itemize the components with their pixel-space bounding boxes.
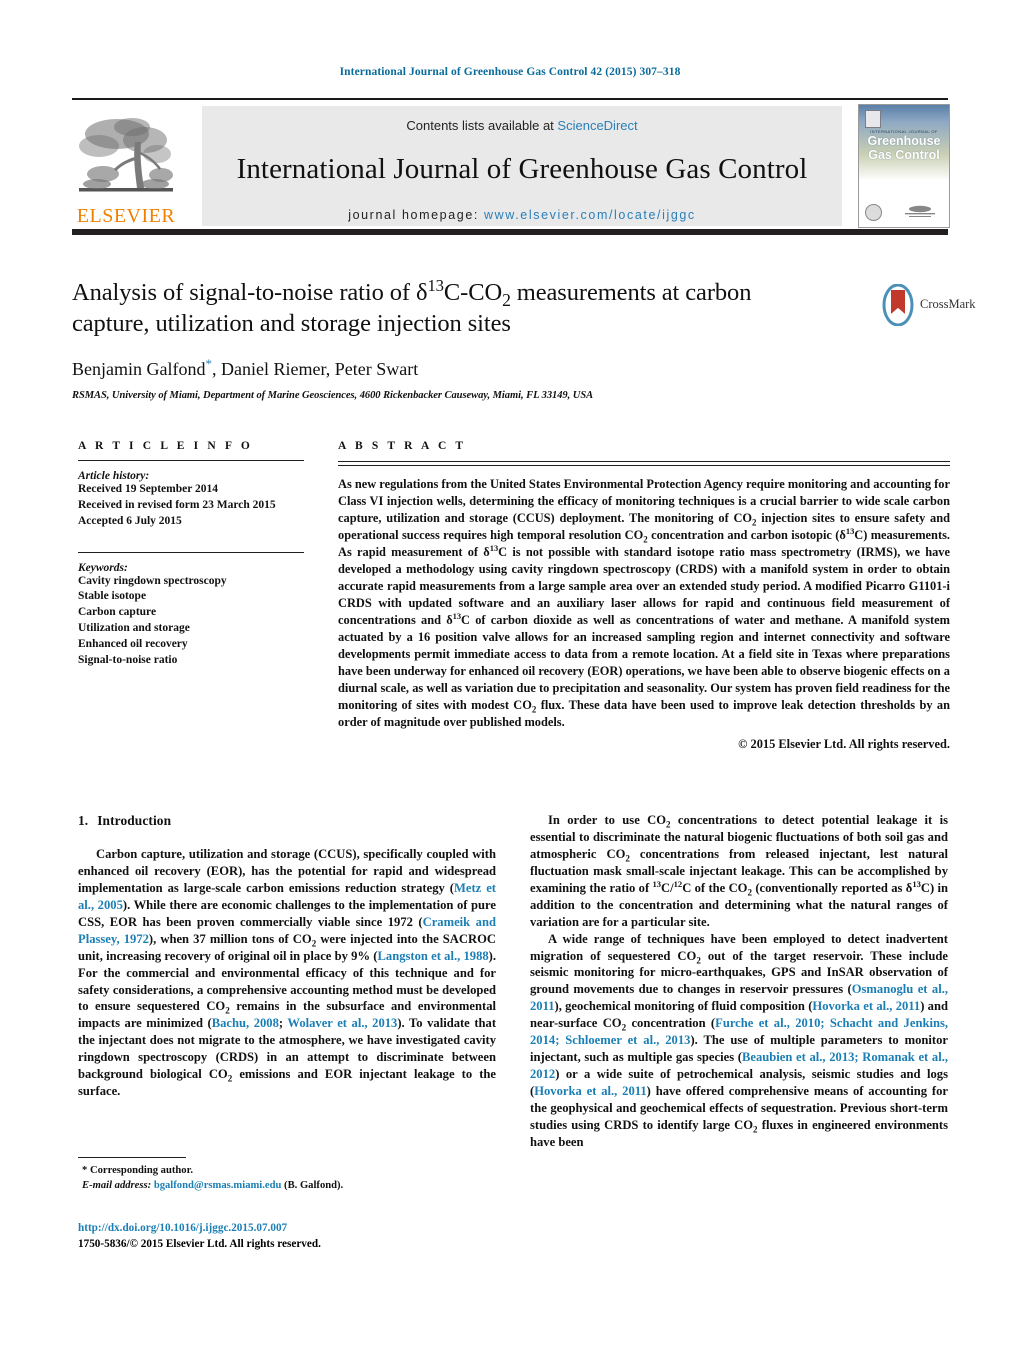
page-title: Analysis of signal-to-noise ratio of δ13… bbox=[72, 275, 872, 340]
homepage-url-link[interactable]: www.elsevier.com/locate/ijggc bbox=[484, 208, 696, 222]
issn-copyright-line: 1750-5836/© 2015 Elsevier Ltd. All right… bbox=[78, 1237, 321, 1250]
section-title: Introduction bbox=[97, 813, 172, 828]
contents-line: Contents lists available at ScienceDirec… bbox=[202, 118, 842, 133]
sciencedirect-link[interactable]: ScienceDirect bbox=[557, 118, 637, 133]
abstract-copyright: © 2015 Elsevier Ltd. All rights reserved… bbox=[738, 736, 950, 751]
homepage-label: journal homepage: bbox=[348, 208, 479, 222]
footnote-separator bbox=[78, 1157, 186, 1158]
email-attribution: (B. Galfond). bbox=[284, 1180, 344, 1192]
keywords-rule bbox=[78, 551, 304, 553]
body-column-left: 1. Introduction Carbon capture, utilizati… bbox=[78, 812, 496, 1100]
crossmark-label: CrossMark bbox=[920, 297, 976, 311]
journal-masthead: ELSEVIER Contents lists available at Sci… bbox=[72, 98, 950, 238]
crossmark-badge[interactable]: CrossMark bbox=[878, 283, 976, 328]
elsevier-logo: ELSEVIER bbox=[72, 106, 180, 226]
affiliation: RSMAS, University of Miami, Department o… bbox=[72, 389, 594, 401]
doi-link[interactable]: http://dx.doi.org/10.1016/j.ijggc.2015.0… bbox=[78, 1221, 538, 1237]
abstract-section: A B S T R A C T As new regulations from … bbox=[338, 440, 950, 752]
intro-paragraph-right-1: In order to use CO2 concentrations to de… bbox=[530, 813, 949, 929]
citation-link[interactable]: Furche et al., 2010; Schacht and Jenkins… bbox=[530, 1016, 948, 1047]
cover-title-line1: Greenhouse bbox=[867, 134, 941, 148]
contents-label: Contents lists available at bbox=[406, 118, 554, 133]
citation-link[interactable]: Crameik and Plassey, 1972 bbox=[78, 915, 496, 946]
cover-publisher-mark bbox=[897, 204, 943, 221]
cover-publisher-icon bbox=[865, 110, 881, 128]
paper-page: International Journal of Greenhouse Gas … bbox=[0, 0, 1020, 1351]
running-head: International Journal of Greenhouse Gas … bbox=[339, 66, 681, 78]
article-info-rule bbox=[78, 460, 304, 461]
email-link[interactable]: bgalfond@rsmas.miami.edu bbox=[154, 1180, 282, 1191]
citation-link[interactable]: Beaubien et al., 2013; Romanak et al., 2… bbox=[530, 1050, 948, 1081]
section-number: 1. bbox=[78, 813, 89, 828]
footnote-block: * Corresponding author. E-mail address: … bbox=[78, 1163, 496, 1193]
journal-banner: Contents lists available at ScienceDirec… bbox=[202, 106, 842, 226]
keyword-item: Cavity ringdown spectroscopy bbox=[78, 574, 227, 587]
citation-link[interactable]: Hovorka et al., 2011 bbox=[534, 1084, 646, 1098]
citation-link[interactable]: Bachu, 2008 bbox=[212, 1016, 279, 1030]
citation-link[interactable]: Hovorka et al., 2011 bbox=[812, 999, 920, 1013]
history-item: Accepted 6 July 2015 bbox=[78, 514, 182, 527]
masthead-top-rule bbox=[72, 98, 948, 100]
history-item: Received 19 September 2014 bbox=[78, 483, 218, 495]
author-list: Benjamin Galfond*, Daniel Riemer, Peter … bbox=[72, 356, 872, 380]
doi-block: http://dx.doi.org/10.1016/j.ijggc.2015.0… bbox=[78, 1221, 538, 1253]
authors-text: Benjamin Galfond bbox=[72, 358, 206, 379]
title-line-1: Analysis of signal-to-noise ratio of δ13… bbox=[72, 275, 752, 310]
cover-seal-icon bbox=[865, 204, 882, 221]
journal-title: International Journal of Greenhouse Gas … bbox=[236, 153, 808, 185]
keyword-item: Stable isotope bbox=[78, 590, 147, 603]
masthead-bottom-rule bbox=[72, 229, 948, 235]
cover-title-line2: Gas Control bbox=[868, 147, 940, 162]
email-label: E-mail address: bbox=[82, 1180, 152, 1192]
homepage-line: journal homepage: www.elsevier.com/locat… bbox=[202, 208, 842, 222]
body-column-right: In order to use CO2 concentrations to de… bbox=[530, 812, 948, 1151]
keyword-item: Signal-to-noise ratio bbox=[78, 653, 178, 666]
intro-paragraph-right-2: A wide range of techniques have been emp… bbox=[530, 931, 949, 1149]
cover-title: Greenhouse Gas Control bbox=[859, 134, 949, 162]
keyword-item: Carbon capture bbox=[78, 606, 157, 619]
citation-link[interactable]: Langston et al., 1988 bbox=[378, 949, 489, 963]
section-heading-introduction: 1. Introduction bbox=[78, 812, 496, 830]
journal-cover-thumbnail: INTERNATIONAL JOURNAL OF Greenhouse Gas … bbox=[858, 104, 950, 228]
crossmark-icon bbox=[878, 283, 918, 327]
title-line-2: capture, utilization and storage injecti… bbox=[72, 309, 511, 337]
keyword-item: Utilization and storage bbox=[78, 622, 190, 635]
elsevier-tree-icon bbox=[77, 112, 175, 204]
corresponding-author-note: * Corresponding author. bbox=[82, 1165, 193, 1176]
authors-text-rest: , Daniel Riemer, Peter Swart bbox=[211, 358, 419, 379]
abstract-rule bbox=[338, 461, 950, 466]
abstract-heading: A B S T R A C T bbox=[338, 440, 467, 452]
intro-paragraph-left: Carbon capture, utilization and storage … bbox=[78, 847, 497, 1099]
title-block: Analysis of signal-to-noise ratio of δ13… bbox=[72, 275, 872, 401]
elsevier-wordmark: ELSEVIER bbox=[76, 205, 176, 227]
keyword-item: Enhanced oil recovery bbox=[78, 638, 188, 651]
article-info-section: A R T I C L E I N F O Article history: R… bbox=[78, 440, 304, 669]
email-note: E-mail address: bgalfond@rsmas.miami.edu… bbox=[78, 1178, 496, 1193]
citation-link[interactable]: Metz et al., 2005 bbox=[78, 881, 496, 912]
keywords-label: Keywords: bbox=[78, 561, 128, 574]
citation-link[interactable]: Wolaver et al., 2013 bbox=[287, 1016, 397, 1030]
article-history-label: Article history: bbox=[78, 470, 150, 482]
abstract-body: As new regulations from the United State… bbox=[338, 477, 950, 729]
article-info-heading: A R T I C L E I N F O bbox=[78, 440, 253, 452]
history-item: Received in revised form 23 March 2015 bbox=[78, 498, 276, 511]
